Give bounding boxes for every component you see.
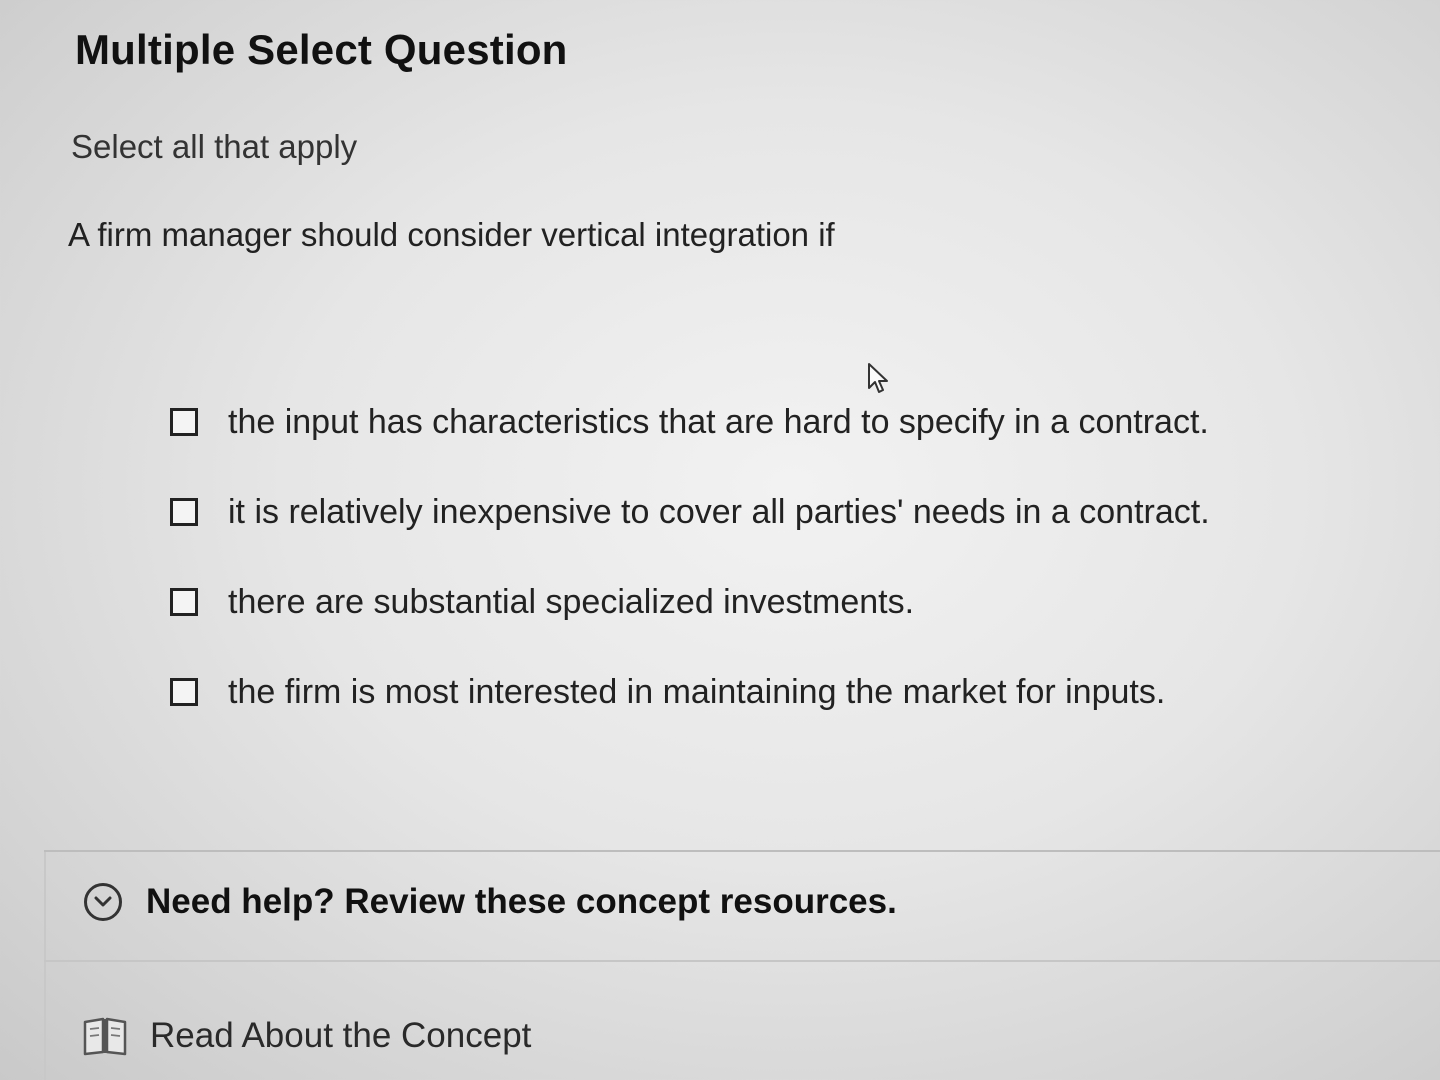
instruction-text: Select all that apply (71, 128, 358, 165)
help-section-divider (44, 960, 1440, 962)
chevron-down-circle-icon (84, 883, 122, 921)
help-toggle-button[interactable]: Need help? Review these concept resource… (84, 882, 897, 922)
question-prompt: A firm manager should consider vertical … (68, 216, 835, 253)
question-type-title: Multiple Select Question (75, 26, 568, 73)
answer-option-label: the firm is most interested in maintaini… (228, 672, 1166, 711)
answer-option-label: the input has characteristics that are h… (228, 402, 1209, 441)
answer-option-4[interactable]: the firm is most interested in maintaini… (170, 666, 1370, 718)
answer-option-3[interactable]: there are substantial specialized invest… (170, 576, 1370, 628)
help-toggle-label: Need help? Review these concept resource… (146, 882, 897, 921)
checkbox-1[interactable] (170, 408, 198, 436)
read-about-concept-label: Read About the Concept (150, 1016, 532, 1055)
mouse-pointer-icon (868, 363, 888, 393)
checkbox-4[interactable] (170, 678, 198, 706)
question-page: Multiple Select Question Select all that… (0, 0, 1440, 1080)
checkbox-2[interactable] (170, 498, 198, 526)
checkbox-3[interactable] (170, 588, 198, 616)
answer-options: the input has characteristics that are h… (170, 396, 1370, 756)
answer-option-label: it is relatively inexpensive to cover al… (228, 492, 1210, 531)
book-icon (83, 1017, 127, 1056)
answer-option-label: there are substantial specialized invest… (228, 582, 915, 621)
answer-option-2[interactable]: it is relatively inexpensive to cover al… (170, 486, 1370, 538)
answer-option-1[interactable]: the input has characteristics that are h… (170, 396, 1370, 448)
read-about-concept-link[interactable]: Read About the Concept (82, 1016, 531, 1056)
